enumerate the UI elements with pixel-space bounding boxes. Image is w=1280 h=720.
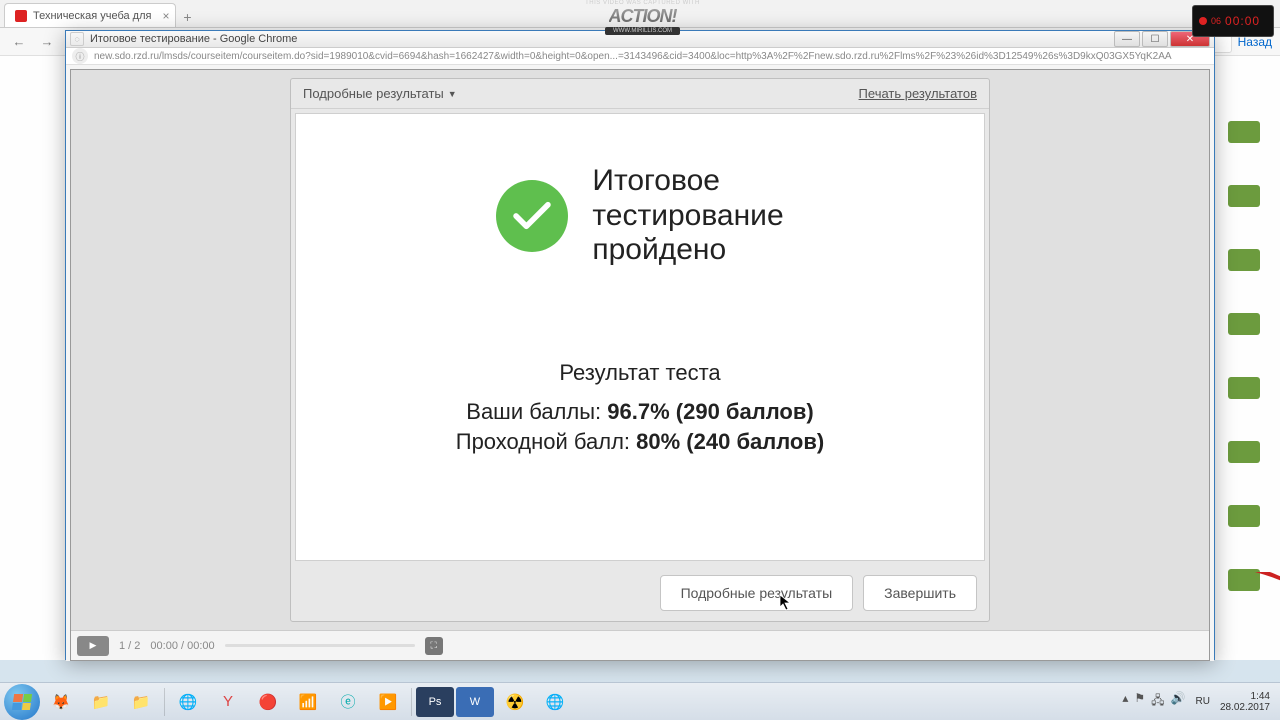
popup-window: ◌ Итоговое тестирование - Google Chrome … bbox=[65, 30, 1215, 660]
player-controls: ▶ 1 / 2 00:00 / 00:00 ⛶ bbox=[71, 630, 1209, 660]
popup-title: Итоговое тестирование - Google Chrome bbox=[90, 33, 1114, 45]
score-line: Ваши баллы: 96.7% (290 баллов) bbox=[456, 397, 824, 427]
success-check-icon bbox=[496, 180, 568, 252]
side-button[interactable] bbox=[1228, 505, 1260, 527]
new-tab-button[interactable]: + bbox=[176, 7, 198, 27]
taskbar-app[interactable]: 🦊 bbox=[42, 687, 80, 717]
result-details: Результат теста Ваши баллы: 96.7% (290 б… bbox=[456, 358, 824, 457]
tray-icons[interactable]: ▴ ⚑ 🖧 🔊 bbox=[1122, 691, 1185, 712]
taskbar-app[interactable]: ⓔ bbox=[329, 687, 367, 717]
time-indicator: 00:00 / 00:00 bbox=[150, 640, 214, 652]
taskbar-app[interactable]: 📁 bbox=[122, 687, 160, 717]
pass-line: Проходной балл: 80% (240 баллов) bbox=[456, 427, 824, 457]
tray-language[interactable]: RU bbox=[1195, 696, 1209, 707]
tray-clock[interactable]: 1:44 28.02.2017 bbox=[1220, 691, 1270, 713]
tab-close-icon[interactable]: × bbox=[162, 9, 169, 23]
taskbar-app[interactable]: 🔴 bbox=[249, 687, 287, 717]
nav-forward-button[interactable]: → bbox=[36, 31, 58, 53]
record-dot-icon bbox=[1199, 17, 1207, 25]
system-tray: ▴ ⚑ 🖧 🔊 RU 1:44 28.02.2017 bbox=[1122, 691, 1276, 713]
tray-flag-icon[interactable]: ⚑ bbox=[1134, 691, 1145, 712]
side-button[interactable] bbox=[1228, 569, 1260, 591]
tray-network-icon[interactable]: 🖧 bbox=[1151, 691, 1164, 712]
nav-back-button[interactable]: ← bbox=[8, 31, 30, 53]
taskbar-app[interactable]: W bbox=[456, 687, 494, 717]
taskbar-app[interactable]: Ps bbox=[416, 687, 454, 717]
taskbar-app[interactable]: ☢️ bbox=[496, 687, 534, 717]
result-title: Результат теста bbox=[456, 358, 824, 388]
recorder-overlay: 06 00:00 bbox=[1192, 5, 1274, 37]
taskbar-app[interactable]: 🌐 bbox=[169, 687, 207, 717]
fullscreen-button[interactable]: ⛶ bbox=[425, 637, 443, 655]
page-indicator: 1 / 2 bbox=[119, 640, 140, 652]
panel-header: Подробные результаты ▼ Печать результато… bbox=[291, 79, 989, 109]
hero-text: Итоговое тестирование пройдено bbox=[592, 164, 783, 268]
info-icon[interactable]: ⓘ bbox=[72, 48, 88, 64]
popup-minimize-button[interactable]: — bbox=[1114, 31, 1140, 47]
popup-address-row: ⓘ new.sdo.rzd.ru/lmsds/courseitem/course… bbox=[66, 48, 1214, 65]
side-button[interactable] bbox=[1228, 313, 1260, 335]
caret-down-icon: ▼ bbox=[448, 89, 457, 99]
recorder-time: 00:00 bbox=[1225, 14, 1260, 28]
side-button[interactable] bbox=[1228, 441, 1260, 463]
popup-favicon-icon: ◌ bbox=[70, 32, 84, 46]
taskbar-app[interactable]: 📶 bbox=[289, 687, 327, 717]
player-stage: Подробные результаты ▼ Печать результато… bbox=[71, 70, 1209, 630]
browser-tab[interactable]: Техническая учеба для × bbox=[4, 3, 176, 27]
tray-up-icon[interactable]: ▴ bbox=[1122, 691, 1128, 712]
side-button[interactable] bbox=[1228, 377, 1260, 399]
play-button[interactable]: ▶ bbox=[77, 636, 109, 656]
details-dropdown[interactable]: Подробные результаты ▼ bbox=[303, 86, 457, 101]
taskbar-app[interactable]: Y bbox=[209, 687, 247, 717]
tab-favicon-icon bbox=[15, 10, 27, 22]
panel-footer: Подробные результаты Завершить bbox=[291, 565, 989, 621]
taskbar-app[interactable]: 🌐 bbox=[536, 687, 574, 717]
course-player: Подробные результаты ▼ Печать результато… bbox=[70, 69, 1210, 661]
side-button[interactable] bbox=[1228, 249, 1260, 271]
recorder-fps: 06 bbox=[1211, 16, 1221, 26]
taskbar-app[interactable]: 📁 bbox=[82, 687, 120, 717]
finish-button[interactable]: Завершить bbox=[863, 575, 977, 611]
tray-sound-icon[interactable]: 🔊 bbox=[1171, 691, 1186, 712]
taskbar-app[interactable]: ▶️ bbox=[369, 687, 407, 717]
start-button[interactable] bbox=[4, 684, 40, 720]
results-panel: Подробные результаты ▼ Печать результато… bbox=[290, 78, 990, 622]
details-button[interactable]: Подробные результаты bbox=[660, 575, 854, 611]
progress-track[interactable] bbox=[225, 644, 415, 647]
side-button[interactable] bbox=[1228, 121, 1260, 143]
result-card: Итоговое тестирование пройдено Результат… bbox=[295, 113, 985, 561]
tab-strip: Техническая учеба для × + bbox=[0, 0, 1280, 28]
taskbar: 🦊 📁 📁 🌐 Y 🔴 📶 ⓔ ▶️ Ps W ☢️ 🌐 ▴ ⚑ 🖧 🔊 RU … bbox=[0, 682, 1280, 720]
windows-logo-icon bbox=[12, 694, 32, 710]
result-hero: Итоговое тестирование пройдено bbox=[496, 164, 783, 268]
print-results-link[interactable]: Печать результатов bbox=[859, 86, 977, 101]
popup-url: new.sdo.rzd.ru/lmsds/courseitem/courseit… bbox=[94, 51, 1172, 62]
popup-maximize-button[interactable]: ☐ bbox=[1142, 31, 1168, 47]
popup-titlebar[interactable]: ◌ Итоговое тестирование - Google Chrome … bbox=[66, 31, 1214, 48]
popup-content: Подробные результаты ▼ Печать результато… bbox=[66, 65, 1214, 661]
side-ribbons bbox=[1228, 121, 1260, 591]
side-button[interactable] bbox=[1228, 185, 1260, 207]
tab-title: Техническая учеба для bbox=[33, 10, 151, 22]
